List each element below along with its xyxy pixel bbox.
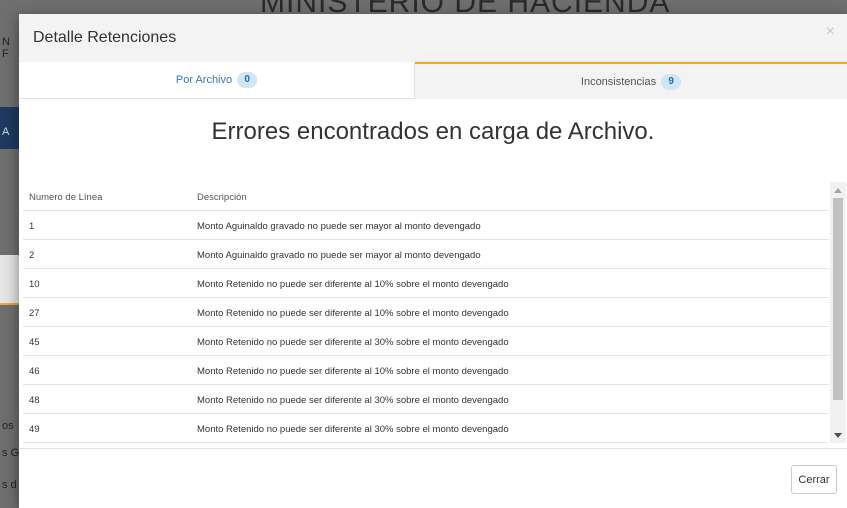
table-row: 10 Monto Retenido no puede ser diferente … [23,269,829,298]
line-number-cell: 48 [29,395,40,406]
description-cell: Monto Retenido no puede ser diferente al… [197,279,509,290]
background-letter: s d [2,479,17,491]
close-button[interactable]: Cerrar [791,465,837,494]
background-letter: os [2,420,14,432]
tab-inconsistencias[interactable]: Inconsistencias 9 [415,62,847,99]
table-scrollbar[interactable] [830,182,846,443]
count-badge: 0 [237,72,258,88]
retenciones-detail-modal: Detalle Retenciones × Por Archivo 0 Inco… [19,14,847,508]
description-cell: Monto Retenido no puede ser diferente al… [197,395,509,406]
tab-por-archivo[interactable]: Por Archivo 0 [19,62,415,99]
scrollbar-thumb[interactable] [833,198,843,400]
line-number-cell: 27 [29,308,40,319]
line-number-cell: 2 [29,250,35,261]
modal-footer-divider [19,448,847,449]
background-letter: N [2,36,10,48]
background-letter: F [2,48,9,60]
description-cell: Monto Aguinaldo gravado no puede ser may… [197,221,481,232]
errors-table: Numero de Línea Descripción 1 Monto Aguin… [23,182,829,443]
errors-heading: Errores encontrados en carga de Archivo. [211,118,655,145]
count-badge: 9 [661,73,682,90]
line-number-cell: 49 [29,424,40,435]
tab-label: Por Archivo [175,74,233,86]
tab-label: Inconsistencias [580,75,657,88]
line-number-cell: 46 [29,366,40,377]
table-row: 45 Monto Retenido no puede ser diferente … [23,327,829,356]
table-row: 1 Monto Aguinaldo gravado no puede ser ma… [23,211,829,240]
column-header-description: Descripción [197,192,247,203]
column-header-line-number: Numero de Línea [29,192,103,203]
description-cell: Monto Retenido no puede ser diferente al… [197,366,509,377]
errors-table-container: Numero de Línea Descripción 1 Monto Aguin… [23,182,847,443]
background-letter: A [2,126,10,138]
table-row: 49 Monto Retenido no puede ser diferente … [23,414,829,443]
description-cell: Monto Aguinaldo gravado no puede ser may… [197,250,481,261]
table-row: 48 Monto Retenido no puede ser diferente … [23,385,829,414]
modal-tabs: Por Archivo 0 Inconsistencias 9 [19,62,847,99]
line-number-cell: 10 [29,279,40,290]
table-row: 27 Monto Retenido no puede ser diferente … [23,298,829,327]
modal-header: Detalle Retenciones × [19,14,847,63]
table-row: 46 Monto Retenido no puede ser diferente … [23,356,829,385]
line-number-cell: 1 [29,221,35,232]
description-cell: Monto Retenido no puede ser diferente al… [197,308,509,319]
line-number-cell: 45 [29,337,40,348]
table-row: 2 Monto Aguinaldo gravado no puede ser ma… [23,240,829,269]
description-cell: Monto Retenido no puede ser diferente al… [197,424,509,435]
description-cell: Monto Retenido no puede ser diferente al… [197,337,509,348]
close-icon[interactable]: × [826,24,835,40]
table-header-row: Numero de Línea Descripción [23,182,829,211]
scroll-down-arrow-icon[interactable] [834,433,842,438]
scroll-up-arrow-icon[interactable] [834,188,842,193]
background-letter: s G [2,447,20,459]
modal-title: Detalle Retenciones [33,29,177,46]
